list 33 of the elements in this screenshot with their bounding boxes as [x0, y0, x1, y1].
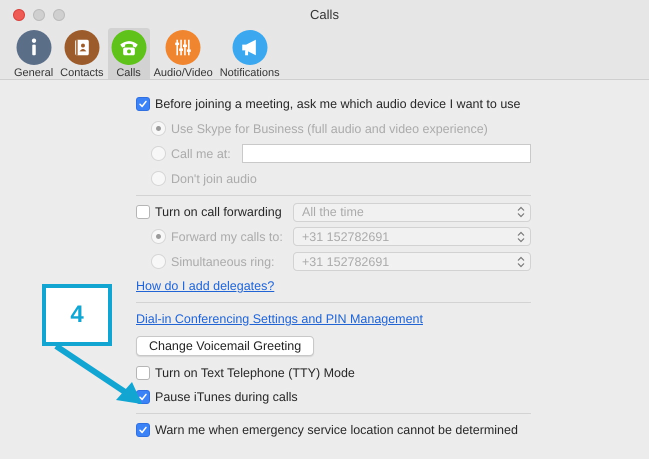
toolbar-tab[interactable]: Audio/Video	[150, 28, 216, 79]
radio-label: Simultaneous ring:	[171, 254, 275, 268]
close-button[interactable]	[13, 9, 25, 21]
delegates-link[interactable]: How do I add delegates?	[136, 279, 274, 293]
chevron-icon	[517, 206, 525, 218]
checkbox-label: Before joining a meeting, ask me which audio device I want to use	[155, 97, 520, 111]
change-voicemail-button[interactable]: Change Voicemail Greeting	[136, 336, 314, 356]
toolbar-tab[interactable]: Contacts	[57, 28, 107, 79]
window-title: Calls	[310, 6, 339, 22]
radio-label: Call me at:	[171, 146, 231, 160]
address-book-icon	[64, 30, 100, 65]
checkbox-label: Pause iTunes during calls	[155, 390, 298, 404]
toolbar-tab[interactable]: General	[11, 28, 56, 79]
zoom-button[interactable]	[53, 9, 65, 21]
toolbar-tab[interactable]: Calls	[108, 28, 150, 79]
checkbox-label: Warn me when emergency service location cannot be determined	[155, 423, 518, 437]
checkbox[interactable]	[136, 423, 150, 437]
sliders-icon	[165, 30, 202, 65]
phone-icon	[110, 30, 147, 65]
chevron-icon	[517, 256, 525, 268]
toolbar-tab[interactable]: Notifications	[216, 28, 283, 79]
info-icon	[16, 30, 52, 65]
radio-label: Use Skype for Business (full audio and video experience)	[171, 122, 488, 136]
megaphone-icon	[232, 30, 268, 65]
radio-label: Forward my calls to:	[171, 230, 283, 244]
checkbox[interactable]	[136, 366, 150, 380]
chevron-icon	[517, 230, 525, 242]
dial-in-settings-link[interactable]: Dial-in Conferencing Settings and PIN Management	[136, 312, 423, 326]
checkbox-label: Turn on call forwarding	[155, 205, 282, 219]
checkbox-label: Turn on Text Telephone (TTY) Mode	[155, 366, 355, 380]
minimize-button[interactable]	[33, 9, 45, 21]
radio-label: Don't join audio	[171, 172, 257, 186]
step-number-badge: 4	[42, 284, 112, 346]
